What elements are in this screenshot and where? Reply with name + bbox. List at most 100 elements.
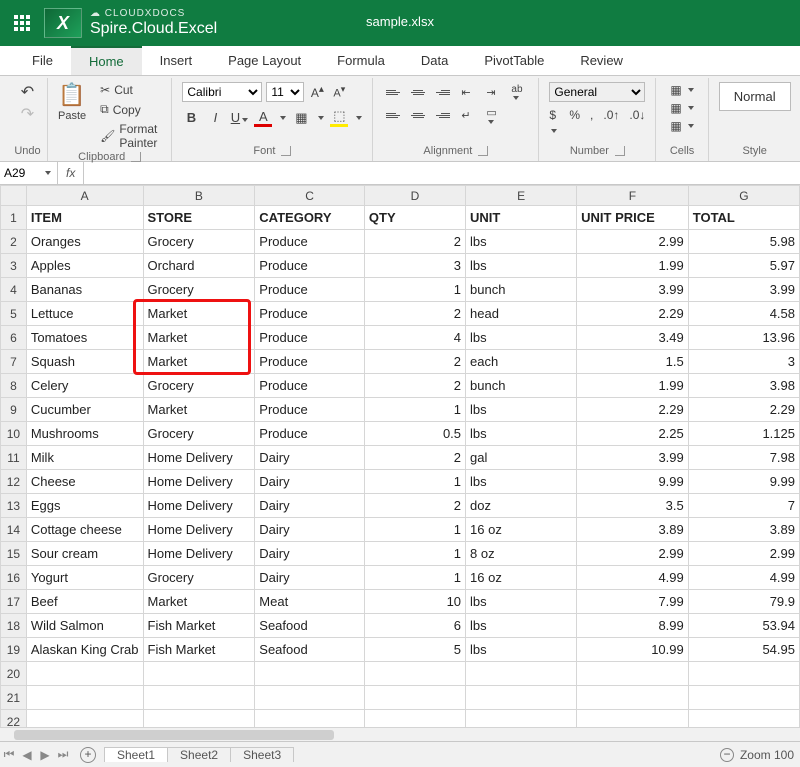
row-header-5[interactable]: 5 bbox=[1, 302, 27, 326]
cell[interactable] bbox=[577, 662, 689, 686]
cell[interactable]: 2 bbox=[364, 494, 465, 518]
cell[interactable]: Tomatoes bbox=[26, 326, 143, 350]
cell[interactable]: 3.98 bbox=[688, 374, 799, 398]
fx-icon[interactable]: fx bbox=[58, 166, 83, 180]
cell[interactable]: 9.99 bbox=[688, 470, 799, 494]
decrease-font-icon[interactable]: A▾ bbox=[330, 84, 348, 100]
cell[interactable]: 1.125 bbox=[688, 422, 799, 446]
cell[interactable]: 4 bbox=[364, 326, 465, 350]
cell[interactable]: 2.99 bbox=[577, 542, 689, 566]
cell[interactable]: 8 oz bbox=[466, 542, 577, 566]
cell[interactable]: 2.25 bbox=[577, 422, 689, 446]
cell[interactable]: 3.99 bbox=[577, 446, 689, 470]
cell[interactable]: Produce bbox=[255, 326, 365, 350]
cell[interactable]: Fish Market bbox=[143, 638, 255, 662]
menu-formula[interactable]: Formula bbox=[319, 46, 403, 75]
cell[interactable]: 2 bbox=[364, 350, 465, 374]
cell[interactable]: 2 bbox=[364, 230, 465, 254]
cell[interactable]: each bbox=[466, 350, 577, 374]
cell[interactable]: Fish Market bbox=[143, 614, 255, 638]
italic-button[interactable]: I bbox=[206, 110, 224, 125]
cell[interactable]: UNIT bbox=[466, 206, 577, 230]
cell[interactable]: 3.89 bbox=[577, 518, 689, 542]
row-header-10[interactable]: 10 bbox=[1, 422, 27, 446]
menu-file[interactable]: File bbox=[14, 46, 71, 75]
cell[interactable]: 8.99 bbox=[577, 614, 689, 638]
cell[interactable]: Home Delivery bbox=[143, 470, 255, 494]
row-header-2[interactable]: 2 bbox=[1, 230, 27, 254]
row-header-17[interactable]: 17 bbox=[1, 590, 27, 614]
cell[interactable]: 1.5 bbox=[577, 350, 689, 374]
cell[interactable]: Cucumber bbox=[26, 398, 143, 422]
row-header-18[interactable]: 18 bbox=[1, 614, 27, 638]
menu-review[interactable]: Review bbox=[562, 46, 641, 75]
cell[interactable]: 2 bbox=[364, 302, 465, 326]
row-header-15[interactable]: 15 bbox=[1, 542, 27, 566]
cell[interactable]: 4.99 bbox=[577, 566, 689, 590]
font-color-button[interactable]: A bbox=[254, 109, 272, 127]
cell[interactable]: head bbox=[466, 302, 577, 326]
select-all-corner[interactable] bbox=[1, 186, 27, 206]
tab-nav-prev[interactable]: ◀ bbox=[18, 748, 36, 762]
cell[interactable] bbox=[688, 686, 799, 710]
cell[interactable]: Produce bbox=[255, 302, 365, 326]
underline-button[interactable]: U bbox=[230, 110, 248, 125]
tab-nav-last[interactable]: ⏭ bbox=[54, 747, 72, 762]
cell[interactable]: 5.97 bbox=[688, 254, 799, 278]
cell[interactable]: 10 bbox=[364, 590, 465, 614]
cell[interactable]: lbs bbox=[466, 590, 577, 614]
cell[interactable]: lbs bbox=[466, 254, 577, 278]
cell[interactable]: 2 bbox=[364, 446, 465, 470]
cell[interactable] bbox=[364, 662, 465, 686]
cell[interactable]: 5 bbox=[364, 638, 465, 662]
col-header-F[interactable]: F bbox=[577, 186, 689, 206]
cell[interactable]: Dairy bbox=[255, 446, 365, 470]
insert-cells-button[interactable]: ▦ bbox=[666, 82, 697, 98]
cell[interactable]: bunch bbox=[466, 278, 577, 302]
cell[interactable]: 10.99 bbox=[577, 638, 689, 662]
cell[interactable] bbox=[577, 686, 689, 710]
clipboard-launcher-icon[interactable] bbox=[131, 152, 141, 162]
cell[interactable]: 4.58 bbox=[688, 302, 799, 326]
cell[interactable]: 0.5 bbox=[364, 422, 465, 446]
row-header-8[interactable]: 8 bbox=[1, 374, 27, 398]
col-header-D[interactable]: D bbox=[364, 186, 465, 206]
increase-decimal-button[interactable]: .0↑ bbox=[603, 108, 619, 136]
cell[interactable]: 3.99 bbox=[577, 278, 689, 302]
spreadsheet-grid[interactable]: ABCDEFG1ITEMSTORECATEGORYQTYUNITUNIT PRI… bbox=[0, 185, 800, 734]
horizontal-scrollbar[interactable] bbox=[0, 727, 800, 741]
row-header-20[interactable]: 20 bbox=[1, 662, 27, 686]
cell[interactable] bbox=[255, 662, 365, 686]
menu-home[interactable]: Home bbox=[71, 46, 142, 75]
cell[interactable]: 3.49 bbox=[577, 326, 689, 350]
cell[interactable]: lbs bbox=[466, 398, 577, 422]
cell[interactable]: Market bbox=[143, 350, 255, 374]
cell[interactable]: 6 bbox=[364, 614, 465, 638]
cell[interactable]: Home Delivery bbox=[143, 542, 255, 566]
add-sheet-button[interactable]: + bbox=[80, 747, 96, 763]
cell[interactable]: Market bbox=[143, 326, 255, 350]
row-header-6[interactable]: 6 bbox=[1, 326, 27, 350]
sheet-tab-sheet2[interactable]: Sheet2 bbox=[167, 747, 231, 762]
cell[interactable]: Beef bbox=[26, 590, 143, 614]
cell[interactable]: Produce bbox=[255, 278, 365, 302]
cell[interactable]: Market bbox=[143, 398, 255, 422]
tab-nav-first[interactable]: ⏮ bbox=[0, 747, 18, 762]
cell[interactable]: Dairy bbox=[255, 518, 365, 542]
cell[interactable]: Bananas bbox=[26, 278, 143, 302]
cell[interactable]: Dairy bbox=[255, 470, 365, 494]
cell[interactable] bbox=[26, 662, 143, 686]
format-painter-button[interactable]: 🖌Format Painter bbox=[96, 121, 161, 151]
cell[interactable]: 2.29 bbox=[688, 398, 799, 422]
menu-pivottable[interactable]: PivotTable bbox=[466, 46, 562, 75]
row-header-12[interactable]: 12 bbox=[1, 470, 27, 494]
border-button[interactable]: ▦ bbox=[292, 110, 310, 126]
cell[interactable]: Cottage cheese bbox=[26, 518, 143, 542]
cell[interactable]: bunch bbox=[466, 374, 577, 398]
alignment-launcher-icon[interactable] bbox=[478, 146, 488, 156]
cell[interactable]: 16 oz bbox=[466, 518, 577, 542]
cell[interactable]: 9.99 bbox=[577, 470, 689, 494]
cell[interactable]: 1 bbox=[364, 566, 465, 590]
cell[interactable]: 2.29 bbox=[577, 398, 689, 422]
cell[interactable]: Seafood bbox=[255, 614, 365, 638]
